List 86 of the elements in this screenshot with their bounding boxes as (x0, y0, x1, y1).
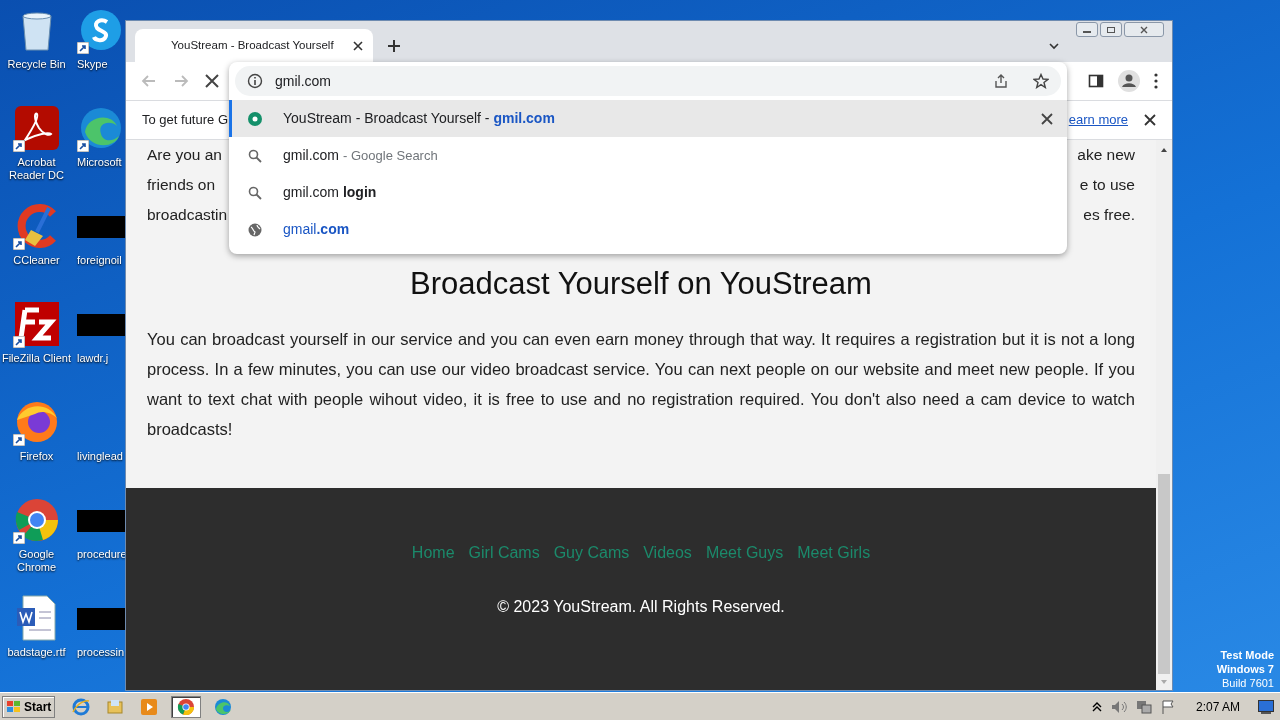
suggestion-text: YouStream - Broadcast Yourself - gmil.com (283, 109, 555, 128)
paragraph-fragment: friends on (147, 175, 216, 196)
intro-paragraph: You can broadcast yourself in our service and you can even earn money through that way. It requires a registration but it is not a long process. In a few minutes, you can use our video broadcast service. You can next people on our website and meet new people. If you want to text chat with people wihout video, it is free to use and no registration required. You don't also need a cam device to watch broadcasts! (147, 329, 1135, 440)
browser-tab[interactable]: YouStream - Broadcast Yourself (135, 29, 373, 62)
desktop-icon-label[interactable]: Skype (77, 58, 108, 71)
chrome-icon[interactable] (177, 697, 196, 716)
side-panel-icon[interactable] (1088, 73, 1104, 89)
paragraph-fragment: broadcastin (147, 205, 228, 226)
search-icon (248, 185, 262, 200)
desktop-icon-label[interactable]: badstage.rtf (0, 646, 73, 659)
desktop-icon-label[interactable]: livinglead (77, 450, 123, 463)
suggestion-item[interactable]: YouStream - Broadcast Yourself - gmil.com (229, 100, 1067, 137)
scroll-up-icon[interactable] (1160, 146, 1168, 154)
pdf-icon (12, 104, 61, 152)
filezilla-icon (12, 300, 61, 348)
learn-more-link[interactable]: earn more (1068, 110, 1128, 130)
desktop-icon-label[interactable]: foreignoil (77, 254, 122, 267)
restore-icon (1106, 25, 1116, 34)
footer-link[interactable]: Meet Girls (797, 541, 871, 565)
suggestion-text: gmail.com (283, 220, 350, 239)
suggestion-hint: - Google Search (343, 146, 438, 165)
paragraph-fragment: ake new (1077, 145, 1135, 166)
paragraph-fragment: Are you an (147, 145, 222, 166)
flag-icon[interactable] (1159, 698, 1176, 715)
shortcut-arrow-icon (77, 42, 89, 54)
star-icon[interactable] (1033, 73, 1049, 89)
window-restore-button[interactable] (1100, 22, 1122, 37)
shortcut-arrow-icon (12, 532, 25, 544)
globe-icon (248, 222, 262, 237)
profile-icon[interactable] (1118, 70, 1140, 92)
os-version-text: Build 7601 (1222, 676, 1274, 690)
share-icon[interactable] (993, 73, 1009, 89)
desktop-icon-label[interactable]: Microsoft (77, 156, 122, 169)
tab-title: YouStream - Broadcast Yourself (171, 37, 335, 53)
desktop-icon-label[interactable]: CCleaner (0, 254, 73, 267)
footer-link[interactable]: Girl Cams (468, 541, 540, 565)
suggestion-item[interactable]: gmail.com (229, 211, 1067, 248)
remove-icon[interactable] (1041, 112, 1053, 125)
os-version-text: Test Mode (1220, 648, 1274, 662)
new-tab-icon[interactable] (387, 39, 401, 53)
desktop-icon-label[interactable]: lawdr.j (77, 352, 109, 365)
copyright-text: © 2023 YouStream. All Rights Reserved. (497, 597, 785, 617)
shortcut-arrow-icon (12, 140, 25, 152)
footer-link[interactable]: Meet Guys (705, 541, 784, 565)
os-version-text: Windows 7 (1216, 662, 1274, 676)
show-desktop-icon[interactable] (1258, 699, 1274, 714)
scrollbar[interactable] (1156, 140, 1172, 690)
desktop-icon-label[interactable]: Firefox (0, 450, 73, 463)
search-icon (248, 148, 262, 163)
desktop-icon-label[interactable]: procedure (77, 548, 127, 561)
menu-icon[interactable] (1154, 73, 1158, 89)
suggestion-item[interactable]: gmil.com - Google Search (229, 137, 1067, 174)
site-favicon-icon (248, 111, 262, 126)
network-icon[interactable] (1135, 698, 1152, 715)
desktop-icon-label[interactable]: Recycle Bin (0, 58, 73, 71)
desktop-icon-label[interactable]: Google Chrome (0, 548, 73, 574)
shortcut-arrow-icon (12, 238, 25, 250)
suggestion-item[interactable]: gmil.com login (229, 174, 1067, 211)
footer-link[interactable]: Home (411, 541, 455, 565)
info-icon[interactable] (247, 73, 263, 89)
close-icon[interactable] (1144, 114, 1156, 126)
shortcut-arrow-icon (12, 336, 25, 348)
shortcut-arrow-icon (77, 140, 89, 152)
address-field[interactable]: gmil.com (235, 66, 1061, 96)
desktop-icon-label[interactable]: Acrobat Reader DC (0, 156, 73, 182)
close-icon[interactable] (353, 40, 363, 51)
start-button[interactable]: Start (2, 695, 56, 718)
shortcut-arrow-icon (12, 434, 25, 446)
clock-text[interactable]: 2:07 AM (1195, 697, 1240, 716)
desktop-icon-label[interactable]: processin (77, 646, 125, 659)
paragraph-fragment: es free. (1083, 205, 1135, 226)
windows-logo-icon (6, 699, 22, 714)
paragraph-fragment: e to use (1079, 175, 1135, 196)
stop-icon[interactable] (204, 73, 220, 89)
suggestion-text: gmil.com (283, 146, 339, 165)
footer-link[interactable]: Guy Cams (553, 541, 630, 565)
suggestion-text: gmil.com login (283, 183, 377, 202)
chevron-down-icon[interactable] (1048, 40, 1060, 52)
infobar-text: To get future G (142, 111, 228, 130)
window-minimize-button[interactable] (1076, 22, 1098, 37)
desktop-icon-label[interactable]: FileZilla Client (0, 352, 73, 365)
page-heading: Broadcast Yourself on YouStream (409, 265, 873, 303)
chevron-up-icon[interactable] (1091, 700, 1102, 713)
footer-link[interactable]: Videos (643, 541, 692, 565)
close-icon (1139, 25, 1149, 34)
taskbar-app[interactable] (171, 695, 202, 718)
